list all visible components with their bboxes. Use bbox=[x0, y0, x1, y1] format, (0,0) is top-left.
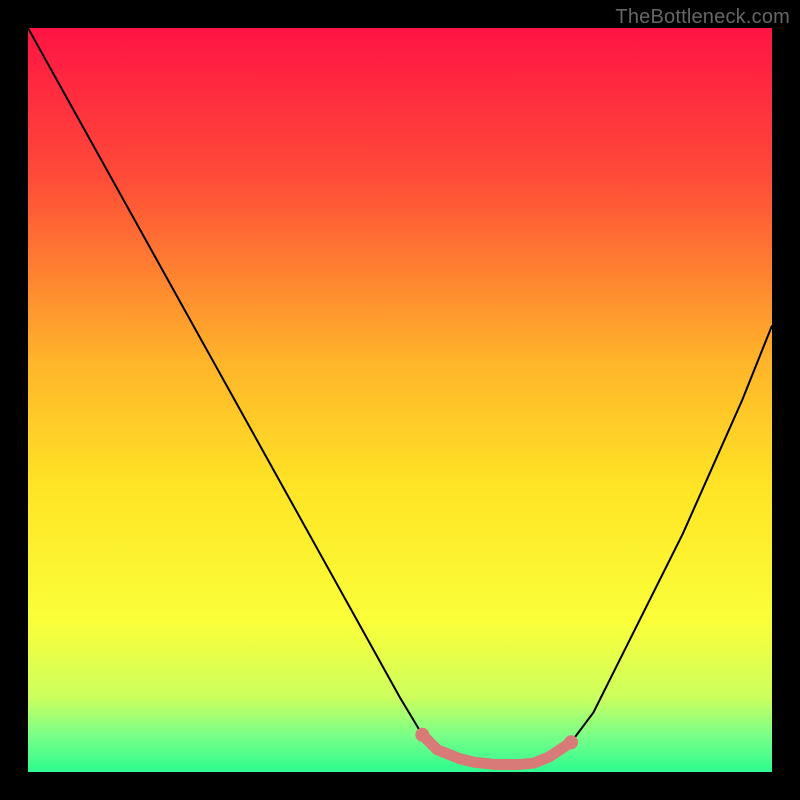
optimal-range-end-dot bbox=[564, 735, 578, 749]
gradient-background bbox=[28, 28, 772, 772]
chart-svg bbox=[28, 28, 772, 772]
watermark-label: TheBottleneck.com bbox=[615, 6, 790, 29]
optimal-range-start-dot bbox=[415, 728, 429, 742]
plot-area bbox=[28, 28, 772, 772]
chart-frame: TheBottleneck.com bbox=[0, 0, 800, 800]
